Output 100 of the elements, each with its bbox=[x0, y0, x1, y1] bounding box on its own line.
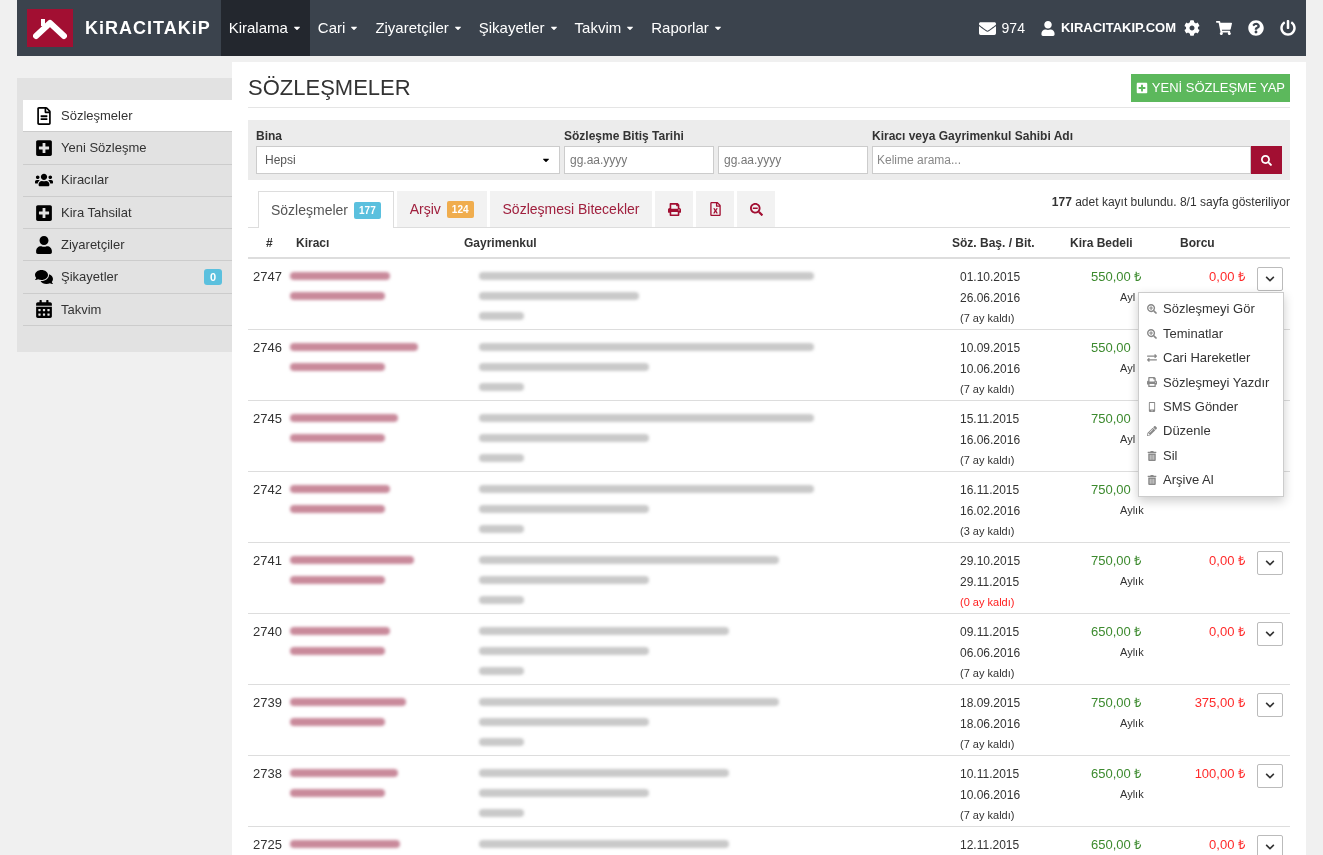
page-title: SÖZLEŞMELER bbox=[248, 74, 411, 102]
redacted-text bbox=[479, 809, 524, 817]
end-date: 16.06.2016 bbox=[960, 431, 1022, 449]
print-tab[interactable] bbox=[655, 191, 694, 227]
sidebar-item[interactable]: Yeni Sözleşme bbox=[23, 132, 232, 165]
phone-icon bbox=[1147, 401, 1157, 412]
date-to-field[interactable]: gg.aa.yyyy bbox=[718, 146, 868, 174]
filter-label: Bina bbox=[256, 128, 283, 145]
tab[interactable]: Sözleşmesi Bitecekler bbox=[489, 191, 653, 227]
rent-amount: 650,00 ₺ bbox=[1091, 765, 1142, 783]
rent-period: Aylık bbox=[1119, 503, 1144, 518]
chat-bubbles-icon bbox=[35, 268, 53, 287]
messages-button[interactable]: 974 bbox=[978, 17, 1025, 39]
nav-menu[interactable]: Cari bbox=[309, 0, 368, 56]
menu-item[interactable]: Cari Hareketler bbox=[1139, 345, 1283, 371]
nav-menu[interactable]: Şikayetler bbox=[470, 0, 567, 56]
menu-item[interactable]: Teminatlar bbox=[1139, 321, 1283, 346]
brand-name: KiRACITAKiP bbox=[85, 16, 211, 40]
zoom-in-icon bbox=[1147, 304, 1157, 315]
debt-amount: 0,00 ₺ bbox=[1209, 836, 1245, 854]
menu-item[interactable]: Sözleşmeyi Yazdır bbox=[1139, 370, 1283, 395]
zoom-out-icon bbox=[749, 202, 763, 216]
row-menu-button[interactable] bbox=[1257, 622, 1283, 646]
calendar-icon bbox=[35, 300, 53, 319]
remaining-time: (3 ay kaldı) bbox=[960, 524, 1016, 539]
menu-item[interactable]: SMS Gönder bbox=[1139, 394, 1283, 419]
row-menu-button[interactable] bbox=[1257, 835, 1283, 855]
rent-period: Aylık bbox=[1119, 787, 1144, 802]
record-summary: 177 adet kayıt bulundu. 8/1 sayfa gösteriliyor bbox=[1051, 194, 1290, 211]
search-button[interactable] bbox=[1251, 146, 1282, 174]
pencil-icon bbox=[1147, 426, 1157, 437]
sidebar-item[interactable]: Kiracılar bbox=[23, 164, 232, 197]
redacted-text bbox=[479, 383, 524, 391]
nav-menu[interactable]: Ziyaretçiler bbox=[367, 0, 471, 56]
menu-item[interactable]: Sil bbox=[1139, 443, 1283, 468]
redacted-text bbox=[479, 596, 524, 604]
user-icon bbox=[35, 235, 53, 254]
redacted-text bbox=[479, 525, 524, 533]
rent-amount: 750,00 ₺ bbox=[1091, 694, 1142, 712]
debt-amount: 0,00 ₺ bbox=[1209, 552, 1245, 570]
filter-label: Kiracı veya Gayrimenkul Sahibi Adı bbox=[872, 128, 1074, 145]
end-date: 29.11.2015 bbox=[960, 573, 1021, 591]
row-number: 2745 bbox=[252, 410, 283, 428]
settings-icon[interactable] bbox=[1184, 20, 1200, 36]
search-field[interactable]: Kelime arama... bbox=[872, 146, 1251, 174]
rent-amount: 750,00 bbox=[1091, 410, 1131, 428]
print-icon bbox=[667, 202, 681, 216]
row-number: 2746 bbox=[252, 339, 283, 357]
rent-amount: 650,00 ₺ bbox=[1091, 836, 1142, 854]
chevron-icon bbox=[1265, 700, 1275, 710]
end-date: 06.06.2016 bbox=[960, 644, 1022, 662]
arrows-icon bbox=[1147, 352, 1157, 363]
end-date: 16.02.2016 bbox=[960, 502, 1022, 520]
debt-amount: 0,00 ₺ bbox=[1209, 623, 1245, 641]
sidebar-item[interactable]: Takvim bbox=[23, 293, 232, 327]
sidebar-item[interactable]: Şikayetler 0 bbox=[23, 261, 232, 294]
debt-amount: 375,00 ₺ bbox=[1194, 694, 1245, 712]
chevron-icon bbox=[1265, 558, 1275, 568]
remaining-time: (7 ay kaldı) bbox=[960, 382, 1016, 397]
rent-amount: 750,00 bbox=[1091, 481, 1131, 499]
filter-label: Sözleşme Bitiş Tarihi bbox=[564, 128, 685, 145]
menu-item[interactable]: Düzenle bbox=[1139, 418, 1283, 444]
rent-amount: 650,00 ₺ bbox=[1091, 623, 1142, 641]
sidebar-item[interactable]: Kira Tahsilat bbox=[23, 196, 232, 230]
power-icon[interactable] bbox=[1280, 20, 1296, 36]
spreadsheet-file-icon bbox=[708, 202, 722, 216]
row-menu-button[interactable] bbox=[1257, 693, 1283, 717]
nav-menu[interactable]: Takvim bbox=[566, 0, 644, 56]
sidebar-item[interactable]: Ziyaretçiler bbox=[23, 229, 232, 262]
rent-amount: 750,00 ₺ bbox=[1091, 552, 1142, 570]
nav-menu[interactable]: Raporlar bbox=[643, 0, 731, 56]
date-from-field[interactable]: gg.aa.yyyy bbox=[564, 146, 714, 174]
account-button[interactable]: KIRACITAKIP.COM bbox=[1040, 18, 1176, 38]
building-select[interactable]: Hepsi bbox=[256, 146, 560, 174]
tab[interactable]: Arşiv 124 bbox=[396, 191, 487, 227]
row-menu-button[interactable] bbox=[1257, 551, 1283, 575]
row-menu-button[interactable] bbox=[1257, 267, 1283, 291]
start-date: 15.11.2015 bbox=[960, 411, 1021, 428]
cart-icon[interactable] bbox=[1216, 20, 1232, 36]
row-number: 2738 bbox=[252, 765, 283, 783]
row-menu-button[interactable] bbox=[1257, 764, 1283, 788]
menu-item[interactable]: Sözleşmeyi Gör bbox=[1139, 297, 1283, 322]
start-date: 01.10.2015 bbox=[960, 269, 1022, 286]
chevron-icon bbox=[1265, 771, 1275, 781]
tab[interactable]: Sözleşmeler 177 bbox=[258, 191, 394, 228]
remaining-time: (7 ay kaldı) bbox=[960, 808, 1016, 823]
menu-item[interactable]: Arşive Al bbox=[1139, 467, 1283, 493]
envelope-icon bbox=[978, 19, 996, 37]
help-icon[interactable] bbox=[1248, 20, 1264, 36]
nav-menu[interactable]: Kiralama bbox=[220, 0, 310, 56]
trash-icon bbox=[1147, 450, 1157, 461]
user-icon bbox=[1040, 20, 1055, 36]
excel-export-tab[interactable] bbox=[696, 191, 735, 227]
end-date: 10.06.2016 bbox=[960, 360, 1022, 378]
end-date: 26.06.2016 bbox=[960, 289, 1022, 307]
start-date: 16.11.2015 bbox=[960, 482, 1021, 499]
sidebar-item[interactable]: Sözleşmeler bbox=[23, 100, 232, 133]
count-badge: 177 bbox=[354, 201, 381, 219]
zoom-out-tab[interactable] bbox=[737, 191, 776, 227]
start-date: 12.11.2015 bbox=[960, 837, 1021, 854]
